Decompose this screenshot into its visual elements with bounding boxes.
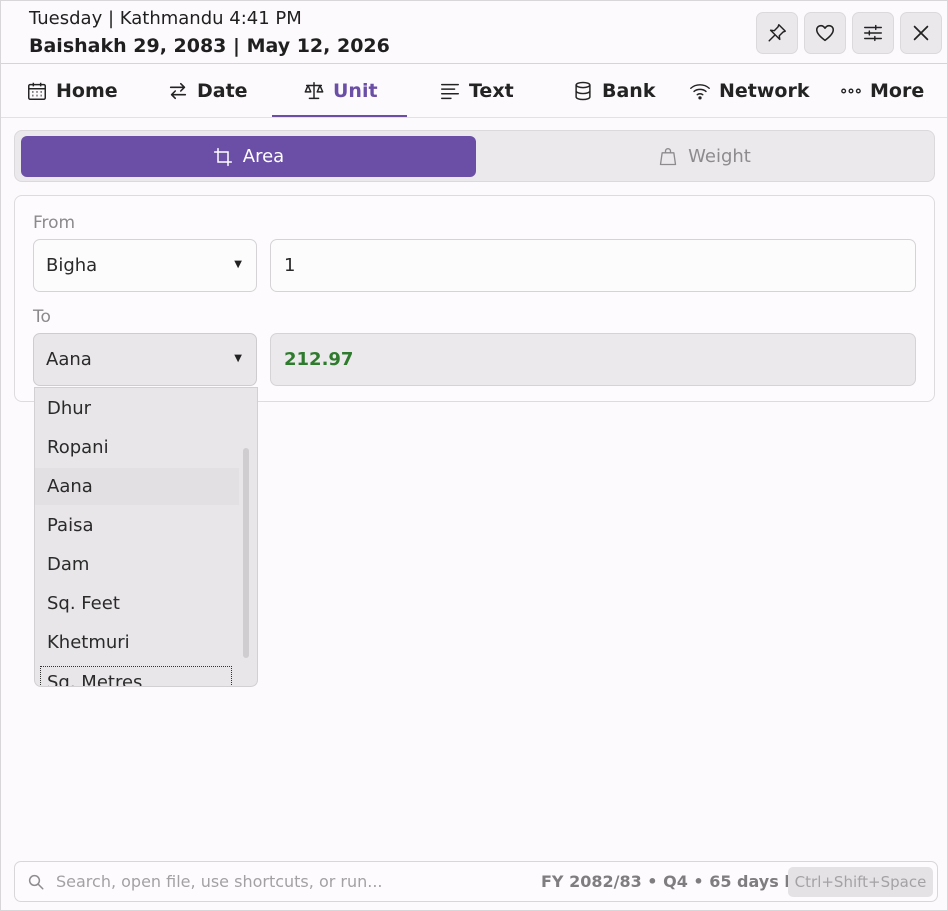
dropdown-option-selected[interactable]: Aana bbox=[35, 468, 239, 505]
heart-icon bbox=[815, 24, 835, 42]
from-value-text: 1 bbox=[284, 255, 296, 276]
tab-more[interactable]: More bbox=[840, 65, 924, 117]
tab-home[interactable]: Home bbox=[26, 65, 118, 117]
app-window: Tuesday | Kathmandu 4:41 PM Baishakh 29,… bbox=[0, 0, 948, 911]
chevron-down-icon: ▼ bbox=[234, 259, 242, 270]
calendar-icon bbox=[28, 82, 46, 100]
day-location-time: Tuesday | Kathmandu 4:41 PM bbox=[29, 8, 302, 29]
weight-segment[interactable]: Weight bbox=[477, 136, 932, 177]
nav-divider bbox=[1, 117, 947, 118]
tab-date[interactable]: Date bbox=[167, 65, 248, 117]
to-value-output: 212.97 bbox=[270, 333, 916, 386]
dropdown-option[interactable]: Ropani bbox=[35, 429, 239, 466]
to-value-text: 212.97 bbox=[284, 349, 354, 370]
dropdown-option[interactable]: Dhur bbox=[35, 390, 239, 427]
from-unit-select[interactable]: Bigha ▼ bbox=[33, 239, 257, 292]
text-lines-icon bbox=[441, 83, 459, 100]
dropdown-option[interactable]: Sq. Feet bbox=[35, 585, 239, 622]
tab-date-label: Date bbox=[197, 80, 248, 102]
pin-icon bbox=[768, 24, 786, 42]
to-unit-select[interactable]: Aana ▼ bbox=[33, 333, 257, 386]
wifi-icon bbox=[690, 84, 710, 100]
database-icon bbox=[575, 81, 591, 101]
date-line: Baishakh 29, 2083 | May 12, 2026 bbox=[29, 35, 390, 57]
tab-network[interactable]: Network bbox=[689, 65, 809, 117]
command-bar: Search, open file, use shortcuts, or run… bbox=[14, 861, 938, 902]
area-weight-toggle: Area Weight bbox=[14, 130, 935, 182]
scale-icon bbox=[304, 82, 324, 100]
from-label: From bbox=[33, 213, 76, 233]
search-input[interactable]: Search, open file, use shortcuts, or run… bbox=[56, 872, 383, 891]
tab-unit[interactable]: Unit bbox=[303, 65, 378, 117]
header-divider bbox=[1, 63, 947, 64]
dropdown-option[interactable]: Paisa bbox=[35, 507, 239, 544]
swap-arrows-icon bbox=[169, 82, 187, 100]
tab-unit-label: Unit bbox=[333, 80, 378, 102]
shortcut-hint: Ctrl+Shift+Space bbox=[788, 867, 933, 897]
tab-text[interactable]: Text bbox=[439, 65, 514, 117]
tab-home-label: Home bbox=[56, 80, 118, 102]
fiscal-year-status: FY 2082/83 • Q4 • 65 days left bbox=[541, 872, 816, 891]
to-unit-value: Aana bbox=[46, 349, 92, 370]
favorite-button[interactable] bbox=[804, 12, 846, 54]
chevron-down-icon: ▼ bbox=[234, 353, 242, 364]
dropdown-option-focused[interactable]: Sq. Metres bbox=[38, 664, 234, 686]
tab-bank-label: Bank bbox=[602, 80, 656, 102]
from-unit-value: Bigha bbox=[46, 255, 98, 276]
dropdown-scrollbar[interactable] bbox=[243, 448, 249, 658]
close-button[interactable] bbox=[900, 12, 942, 54]
weight-label: Weight bbox=[688, 146, 751, 167]
settings-sliders-icon bbox=[864, 24, 882, 42]
to-label: To bbox=[33, 307, 51, 327]
search-icon bbox=[28, 874, 44, 890]
from-value-input[interactable]: 1 bbox=[270, 239, 916, 292]
more-dots-icon bbox=[841, 88, 861, 94]
tab-bank[interactable]: Bank bbox=[572, 65, 655, 117]
to-unit-dropdown-list[interactable]: Dhur Ropani Aana Paisa Dam Sq. Feet Khet… bbox=[34, 387, 258, 687]
dropdown-option[interactable]: Dam bbox=[35, 546, 239, 583]
area-label: Area bbox=[242, 146, 285, 167]
dropdown-option[interactable]: Khetmuri bbox=[35, 624, 239, 661]
tab-more-label: More bbox=[870, 80, 925, 102]
settings-button[interactable] bbox=[852, 12, 894, 54]
area-segment[interactable]: Area bbox=[21, 136, 476, 177]
close-icon bbox=[913, 25, 929, 41]
pin-button[interactable] bbox=[756, 12, 798, 54]
weight-bag-icon bbox=[659, 147, 677, 165]
tab-text-label: Text bbox=[469, 80, 514, 102]
tab-network-label: Network bbox=[719, 80, 810, 102]
crop-icon bbox=[213, 147, 232, 166]
